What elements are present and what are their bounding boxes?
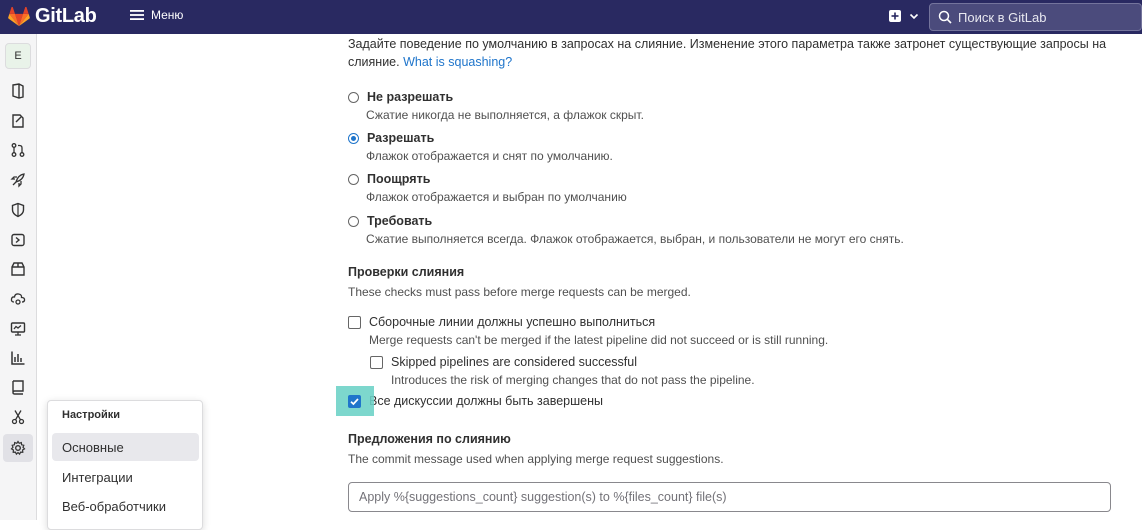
squash-option-allow[interactable]: Разрешать (348, 131, 434, 145)
radio-encourage[interactable] (348, 173, 359, 185)
ci-cd-rocket-icon[interactable] (9, 171, 27, 189)
deployments-icon[interactable] (9, 231, 27, 249)
pipelines-must-succeed-option[interactable]: Сборочные линии должны успешно выполнить… (348, 315, 655, 329)
search-icon (938, 10, 952, 24)
menu-label: Меню (151, 8, 184, 22)
settings-flyout-menu: Настройки Основные Интеграции Веб-обрабо… (47, 400, 203, 530)
gitlab-logo[interactable]: GitLab (8, 5, 97, 28)
snippets-icon[interactable] (9, 408, 27, 426)
radio-require[interactable] (348, 215, 359, 227)
flyout-item-integrations[interactable]: Интеграции (52, 463, 199, 491)
merge-requests-icon[interactable] (9, 141, 27, 159)
monitor-icon[interactable] (9, 320, 27, 338)
squash-description-prefix: слияние. (348, 55, 400, 69)
search-input[interactable]: Поиск в GitLab (958, 10, 1046, 25)
top-navbar: GitLab Меню Поиск в GitLab (0, 0, 1142, 34)
suggestions-heading: Предложения по слиянию (348, 432, 511, 446)
issues-icon[interactable] (9, 112, 27, 130)
wiki-icon[interactable] (9, 378, 27, 396)
suggestions-subtitle: The commit message used when applying me… (348, 452, 724, 466)
radio-require-help: Сжатие выполняется всегда. Флажок отобра… (366, 232, 904, 246)
infrastructure-icon[interactable] (9, 290, 27, 308)
pipelines-must-succeed-label: Сборочные линии должны успешно выполнить… (369, 315, 656, 329)
suggestion-commit-message-input[interactable]: Apply %{suggestions_count} suggestion(s)… (348, 482, 1111, 512)
flyout-item-general[interactable]: Основные (52, 433, 199, 461)
radio-never[interactable] (348, 91, 359, 103)
analytics-icon[interactable] (9, 349, 27, 367)
skipped-pipelines-checkbox[interactable] (370, 355, 383, 369)
merge-checks-heading: Проверки слияния (348, 265, 465, 279)
radio-allow-label: Разрешать (367, 131, 435, 145)
app-name: GitLab (35, 5, 97, 27)
radio-allow[interactable] (348, 132, 359, 144)
checkmark-icon (350, 397, 359, 405)
security-shield-icon[interactable] (9, 201, 27, 219)
radio-never-help: Сжатие никогда не выполняется, а флажок … (366, 108, 644, 122)
plus-square-icon (889, 10, 901, 22)
squash-option-encourage[interactable]: Поощрять (348, 172, 430, 186)
pipelines-must-succeed-help: Merge requests can't be merged if the la… (369, 333, 829, 347)
left-sidebar: E (0, 34, 37, 520)
radio-encourage-label: Поощрять (367, 172, 431, 186)
discussions-resolved-label: Все дискуссии должны быть завершены (369, 394, 603, 408)
hamburger-icon (130, 10, 144, 20)
create-new-button[interactable] (888, 9, 920, 23)
discussions-resolved-option[interactable]: Все дискуссии должны быть завершены (336, 385, 603, 416)
squash-description-line2: слияние. What is squashing? (348, 53, 1138, 71)
squash-description-line1: Задайте поведение по умолчанию в запроса… (348, 37, 1107, 51)
chevron-down-icon (909, 13, 919, 20)
menu-button[interactable]: Меню (129, 8, 183, 22)
gitlab-tanuki-icon (8, 6, 30, 26)
radio-allow-help: Флажок отображается и снят по умолчанию. (366, 149, 613, 163)
discussions-resolved-checkbox[interactable] (348, 394, 361, 408)
skipped-pipelines-option[interactable]: Skipped pipelines are considered success… (370, 355, 637, 369)
radio-encourage-help: Флажок отображается и выбран по умолчани… (366, 190, 627, 204)
skipped-pipelines-label: Skipped pipelines are considered success… (391, 355, 637, 369)
squash-description: Задайте поведение по умолчанию в запроса… (348, 35, 1138, 71)
radio-never-label: Не разрешать (367, 90, 454, 104)
packages-icon[interactable] (9, 260, 27, 278)
search-box[interactable]: Поиск в GitLab (929, 3, 1142, 31)
merge-checks-subtitle: These checks must pass before merge requ… (348, 285, 691, 299)
pipelines-must-succeed-checkbox[interactable] (348, 315, 361, 329)
project-overview-icon[interactable] (9, 82, 27, 100)
squash-option-require[interactable]: Требовать (348, 214, 432, 228)
skipped-pipelines-help: Introduces the risk of merging changes t… (391, 373, 755, 387)
radio-require-label: Требовать (367, 214, 433, 228)
project-avatar[interactable]: E (5, 43, 31, 69)
what-is-squashing-link[interactable]: What is squashing? (403, 55, 512, 69)
flyout-item-webhooks[interactable]: Веб-обработчики (52, 492, 199, 520)
flyout-title: Настройки (62, 409, 121, 421)
squash-option-never[interactable]: Не разрешать (348, 90, 453, 104)
settings-gear-icon[interactable] (3, 434, 33, 462)
